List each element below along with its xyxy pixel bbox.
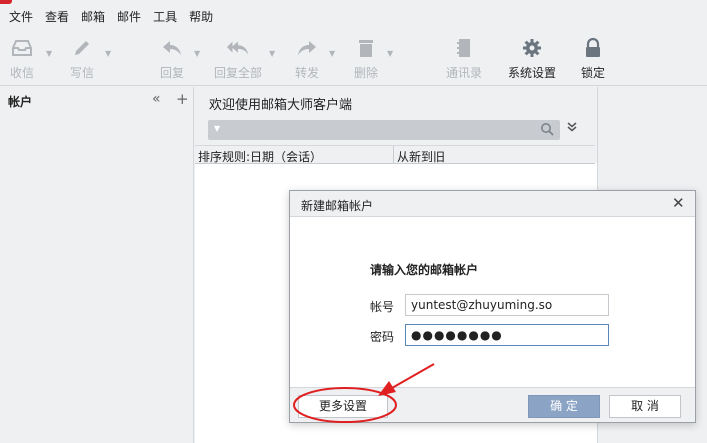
address-book-button[interactable]: 通讯录: [446, 36, 482, 82]
more-settings-button[interactable]: 更多设置: [298, 395, 388, 418]
cancel-button[interactable]: 取 消: [609, 395, 681, 418]
dialog-footer: 更多设置 确 定 取 消: [290, 387, 695, 422]
pencil-icon: [70, 36, 94, 60]
add-account-icon[interactable]: +: [176, 90, 189, 108]
address-book-icon: [452, 36, 476, 60]
reply-dropdown-icon[interactable]: ▼: [194, 49, 200, 58]
delete-button[interactable]: 删除: [354, 36, 378, 82]
reply-button[interactable]: 回复: [160, 36, 184, 82]
menu-file[interactable]: 文件: [9, 8, 33, 25]
compose-label: 写信: [70, 66, 95, 80]
menu-help[interactable]: 帮助: [189, 8, 213, 25]
search-filter-dropdown-icon[interactable]: ▼: [214, 124, 220, 133]
account-label: 帐号: [370, 300, 395, 314]
reply-all-label: 回复全部: [214, 66, 263, 80]
gear-icon: [520, 36, 544, 60]
menu-mail[interactable]: 邮件: [117, 8, 141, 25]
welcome-title: 欢迎使用邮箱大师客户端: [209, 98, 353, 113]
reply-all-icon: [226, 36, 250, 60]
forward-dropdown-icon[interactable]: ▼: [329, 49, 335, 58]
trash-icon: [354, 36, 378, 60]
receive-button[interactable]: 收信: [10, 36, 34, 82]
system-settings-button[interactable]: 系统设置: [508, 36, 556, 82]
account-input[interactable]: [405, 294, 609, 316]
address-book-label: 通讯录: [446, 66, 483, 80]
compose-button[interactable]: 写信: [70, 36, 94, 82]
reply-icon: [160, 36, 184, 60]
ok-button[interactable]: 确 定: [528, 395, 600, 418]
forward-label: 转发: [295, 66, 320, 80]
reply-label: 回复: [160, 66, 185, 80]
inbox-icon: [10, 36, 34, 60]
close-icon[interactable]: ✕: [672, 194, 685, 212]
compose-dropdown-icon[interactable]: ▼: [105, 49, 111, 58]
lock-icon: [581, 36, 605, 60]
delete-label: 删除: [354, 66, 379, 80]
column-divider: [393, 146, 394, 164]
menu-view[interactable]: 查看: [45, 8, 69, 25]
menu-bar: 文件 查看 邮箱 邮件 工具 帮助: [0, 0, 707, 32]
forward-icon: [295, 36, 319, 60]
expand-icon[interactable]: [567, 122, 577, 135]
reply-all-dropdown-icon[interactable]: ▼: [269, 49, 275, 58]
search-bar[interactable]: ▼: [208, 120, 560, 140]
receive-label: 收信: [10, 66, 35, 80]
collapse-icon[interactable]: «: [152, 91, 161, 107]
password-input[interactable]: ●●●●●●●●: [405, 324, 609, 346]
list-header: 欢迎使用邮箱大师客户端 ▼ 排序规则:日期（会话） 从新到旧: [195, 87, 597, 164]
sort-row: 排序规则:日期（会话） 从新到旧: [195, 145, 595, 164]
receive-dropdown-icon[interactable]: ▼: [46, 49, 52, 58]
toolbar: 收信 ▼ 写信 ▼ 回复 ▼ 回复全部 ▼ 转发 ▼ 删除 ▼ 通讯录 系统设置…: [0, 32, 707, 86]
account-sidebar: 帐户 « +: [0, 87, 194, 443]
reply-all-button[interactable]: 回复全部: [214, 36, 262, 82]
lock-label: 锁定: [581, 66, 606, 80]
dialog-heading: 请输入您的邮箱帐户: [370, 263, 479, 277]
brand-mark: [0, 0, 12, 4]
sidebar-title: 帐户: [8, 95, 33, 109]
forward-button[interactable]: 转发: [295, 36, 319, 82]
sort-rule[interactable]: 排序规则:日期（会话）: [198, 148, 322, 165]
search-icon[interactable]: [540, 122, 554, 139]
dialog-title: 新建邮箱帐户: [301, 199, 374, 213]
password-label: 密码: [370, 330, 395, 344]
delete-dropdown-icon[interactable]: ▼: [387, 49, 393, 58]
sort-order[interactable]: 从新到旧: [397, 148, 445, 165]
new-account-dialog: 新建邮箱帐户 ✕ 请输入您的邮箱帐户 帐号 密码 ●●●●●●●● 更多设置 确…: [289, 190, 696, 423]
menu-mailbox[interactable]: 邮箱: [81, 8, 105, 25]
menu-tools[interactable]: 工具: [153, 8, 177, 25]
dialog-titlebar: 新建邮箱帐户 ✕: [290, 191, 695, 217]
system-settings-label: 系统设置: [508, 66, 557, 80]
lock-button[interactable]: 锁定: [581, 36, 605, 82]
